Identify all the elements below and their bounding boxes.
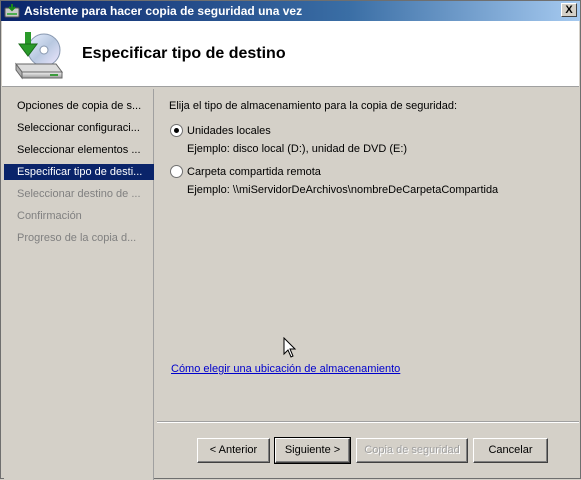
nav-step-backup-options[interactable]: Opciones de copia de s... xyxy=(4,98,154,114)
wizard-header: Especificar tipo de destino xyxy=(2,21,579,87)
nav-step-confirmation: Confirmación xyxy=(17,210,82,222)
storage-help-link[interactable]: Cómo elegir una ubicación de almacenamie… xyxy=(171,363,400,375)
mouse-pointer-icon xyxy=(283,337,297,358)
remote-share-example: Ejemplo: \\miServidorDeArchivos\nombreDe… xyxy=(187,184,499,196)
back-button[interactable]: < Anterior xyxy=(197,438,270,463)
local-drives-label[interactable]: Unidades locales xyxy=(187,125,271,137)
remote-share-label[interactable]: Carpeta compartida remota xyxy=(187,166,321,178)
remote-share-radio[interactable] xyxy=(170,165,183,178)
backup-drive-icon xyxy=(15,32,63,80)
window-title: Asistente para hacer copia de seguridad … xyxy=(24,4,303,18)
wizard-content: Elija el tipo de almacenamiento para la … xyxy=(157,89,579,419)
nav-step-backup-progress: Progreso de la copia d... xyxy=(17,232,137,244)
storage-type-prompt: Elija el tipo de almacenamiento para la … xyxy=(169,100,458,112)
title-bar[interactable]: Asistente para hacer copia de seguridad … xyxy=(1,1,580,21)
footer-divider xyxy=(157,421,579,423)
nav-step-select-configuration[interactable]: Seleccionar configuraci... xyxy=(4,120,154,136)
close-button[interactable]: X xyxy=(561,3,577,17)
backup-app-icon xyxy=(4,4,20,18)
nav-step-destination-type[interactable]: Especificar tipo de desti... xyxy=(4,164,154,180)
backup-button: Copia de seguridad xyxy=(356,438,468,463)
next-button[interactable]: Siguiente > xyxy=(274,437,351,464)
page-title: Especificar tipo de destino xyxy=(82,45,286,62)
local-drives-radio[interactable] xyxy=(170,124,183,137)
nav-step-select-destination: Seleccionar destino de ... xyxy=(17,188,141,200)
nav-step-select-items[interactable]: Seleccionar elementos ... xyxy=(4,142,154,158)
backup-wizard-window: Asistente para hacer copia de seguridad … xyxy=(0,0,581,480)
local-drives-example: Ejemplo: disco local (D:), unidad de DVD… xyxy=(187,143,408,155)
wizard-steps-nav: Opciones de copia de s... Seleccionar co… xyxy=(4,89,154,480)
cancel-button[interactable]: Cancelar xyxy=(473,438,548,463)
